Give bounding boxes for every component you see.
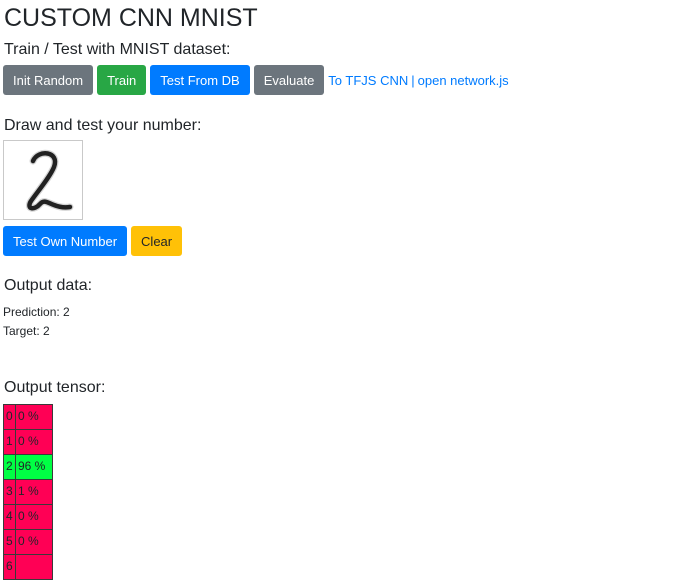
tensor-row: 50 % <box>3 529 53 555</box>
test-from-db-button[interactable]: Test From DB <box>150 65 250 95</box>
output-tensor-table: 00 % 1 0 % 2 96 % 3 1 % 4 0 % 5 0 % 6 <box>3 404 53 580</box>
output-data: Prediction: 2 Target: 2 <box>3 303 70 341</box>
train-button[interactable]: Train <box>97 65 147 95</box>
tensor-value-cell: 0 % <box>15 429 53 455</box>
output-tensor-heading: Output tensor: <box>4 379 106 396</box>
evaluate-button[interactable]: Evaluate <box>253 65 325 95</box>
drawing-canvas[interactable] <box>3 140 83 220</box>
train-test-heading: Train / Test with MNIST dataset: <box>4 41 231 58</box>
output-data-heading: Output data: <box>4 277 93 294</box>
tensor-value-cell: 0 % <box>15 504 53 530</box>
test-own-number-button[interactable]: Test Own Number <box>3 226 128 256</box>
target-text: Target: 2 <box>3 324 50 338</box>
draw-actions: Test Own Number Clear <box>3 226 186 256</box>
tensor-row: 10 % <box>3 429 53 455</box>
tensor-row: 00 % <box>3 404 53 430</box>
tensor-value-cell: 1 % <box>15 479 53 505</box>
draw-heading: Draw and test your number: <box>4 117 202 134</box>
open-network-link[interactable]: open network.js <box>418 73 509 88</box>
clear-button[interactable]: Clear <box>131 226 183 256</box>
training-toolbar: Init Random Train Test From DB Evaluate … <box>3 65 509 95</box>
tensor-row: 2 96 % <box>3 454 53 480</box>
init-random-button[interactable]: Init Random <box>3 65 94 95</box>
page-title: CUSTOM CNN MNIST <box>4 4 258 32</box>
tensor-value-cell: 96 % <box>15 454 53 480</box>
handwritten-digit-drawing <box>25 149 74 212</box>
tfjs-cnn-link[interactable]: To TFJS CNN <box>328 73 408 88</box>
tensor-value-cell: 0 % <box>15 529 53 555</box>
tensor-value-cell: 0 % <box>15 404 53 430</box>
tensor-row: 31 % <box>3 479 53 505</box>
tensor-row: 40 % <box>3 504 53 530</box>
link-separator: | <box>411 72 415 88</box>
prediction-text: Prediction: 2 <box>3 305 70 319</box>
